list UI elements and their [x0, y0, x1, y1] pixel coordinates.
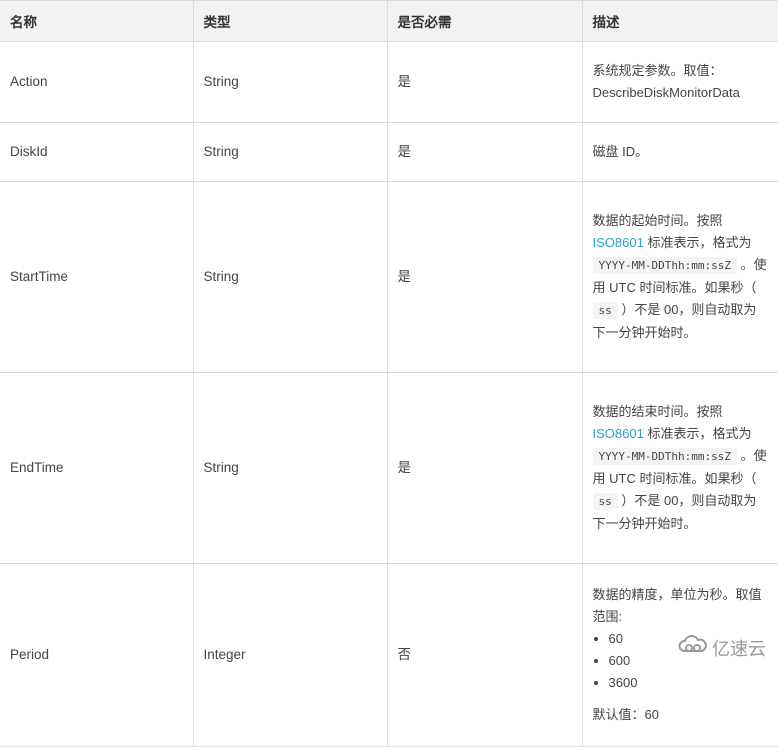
header-description: 描述 [581, 0, 778, 42]
param-description: 磁盘 ID。 [581, 122, 778, 182]
iso8601-link[interactable]: ISO8601 [593, 426, 644, 441]
seconds-code: ss [592, 493, 618, 510]
param-required: 否 [386, 563, 583, 747]
param-description: 系统规定参数。取值： DescribeDiskMonitorData [581, 41, 778, 123]
param-name: Period [0, 563, 194, 747]
header-type: 类型 [192, 0, 388, 42]
list-item: 3600 [609, 672, 768, 694]
table-row: DiskId String 是 磁盘 ID。 [0, 122, 778, 182]
watermark: 亿速云 [678, 634, 766, 661]
header-required: 是否必需 [386, 0, 583, 42]
watermark-text: 亿速云 [712, 638, 766, 659]
table-row: Action String 是 系统规定参数。取值： DescribeDiskM… [0, 41, 778, 123]
format-code: YYYY-MM-DDThh:mm:ssZ [592, 448, 737, 465]
param-type: String [192, 372, 388, 564]
parameters-table: 名称 类型 是否必需 描述 Action String 是 系统规定参数。取值：… [0, 0, 778, 747]
param-required: 是 [386, 122, 583, 182]
default-value: 默认值：60 [592, 707, 659, 722]
param-name: Action [0, 41, 194, 123]
cloud-logo-icon [678, 634, 708, 661]
param-required: 是 [386, 41, 583, 123]
format-code: YYYY-MM-DDThh:mm:ssZ [592, 257, 737, 274]
param-type: String [192, 181, 388, 373]
param-type: String [192, 41, 388, 123]
param-type: Integer [192, 563, 388, 747]
table-row: Period Integer 否 数据的精度，单位为秒。取值范围: 60 600… [0, 563, 778, 747]
param-name: EndTime [0, 372, 194, 564]
iso8601-link[interactable]: ISO8601 [593, 235, 644, 250]
seconds-code: ss [592, 302, 618, 319]
table-header-row: 名称 类型 是否必需 描述 [0, 0, 778, 42]
param-required: 是 [386, 181, 583, 373]
param-name: StartTime [0, 181, 194, 373]
param-type: String [192, 122, 388, 182]
header-name: 名称 [0, 0, 194, 42]
param-description: 数据的结束时间。按照 ISO8601 标准表示，格式为 YYYY-MM-DDTh… [581, 372, 778, 564]
table-row: EndTime String 是 数据的结束时间。按照 ISO8601 标准表示… [0, 372, 778, 564]
table-row: StartTime String 是 数据的起始时间。按照 ISO8601 标准… [0, 181, 778, 373]
param-name: DiskId [0, 122, 194, 182]
param-required: 是 [386, 372, 583, 564]
param-description: 数据的起始时间。按照 ISO8601 标准表示，格式为 YYYY-MM-DDTh… [581, 181, 778, 373]
